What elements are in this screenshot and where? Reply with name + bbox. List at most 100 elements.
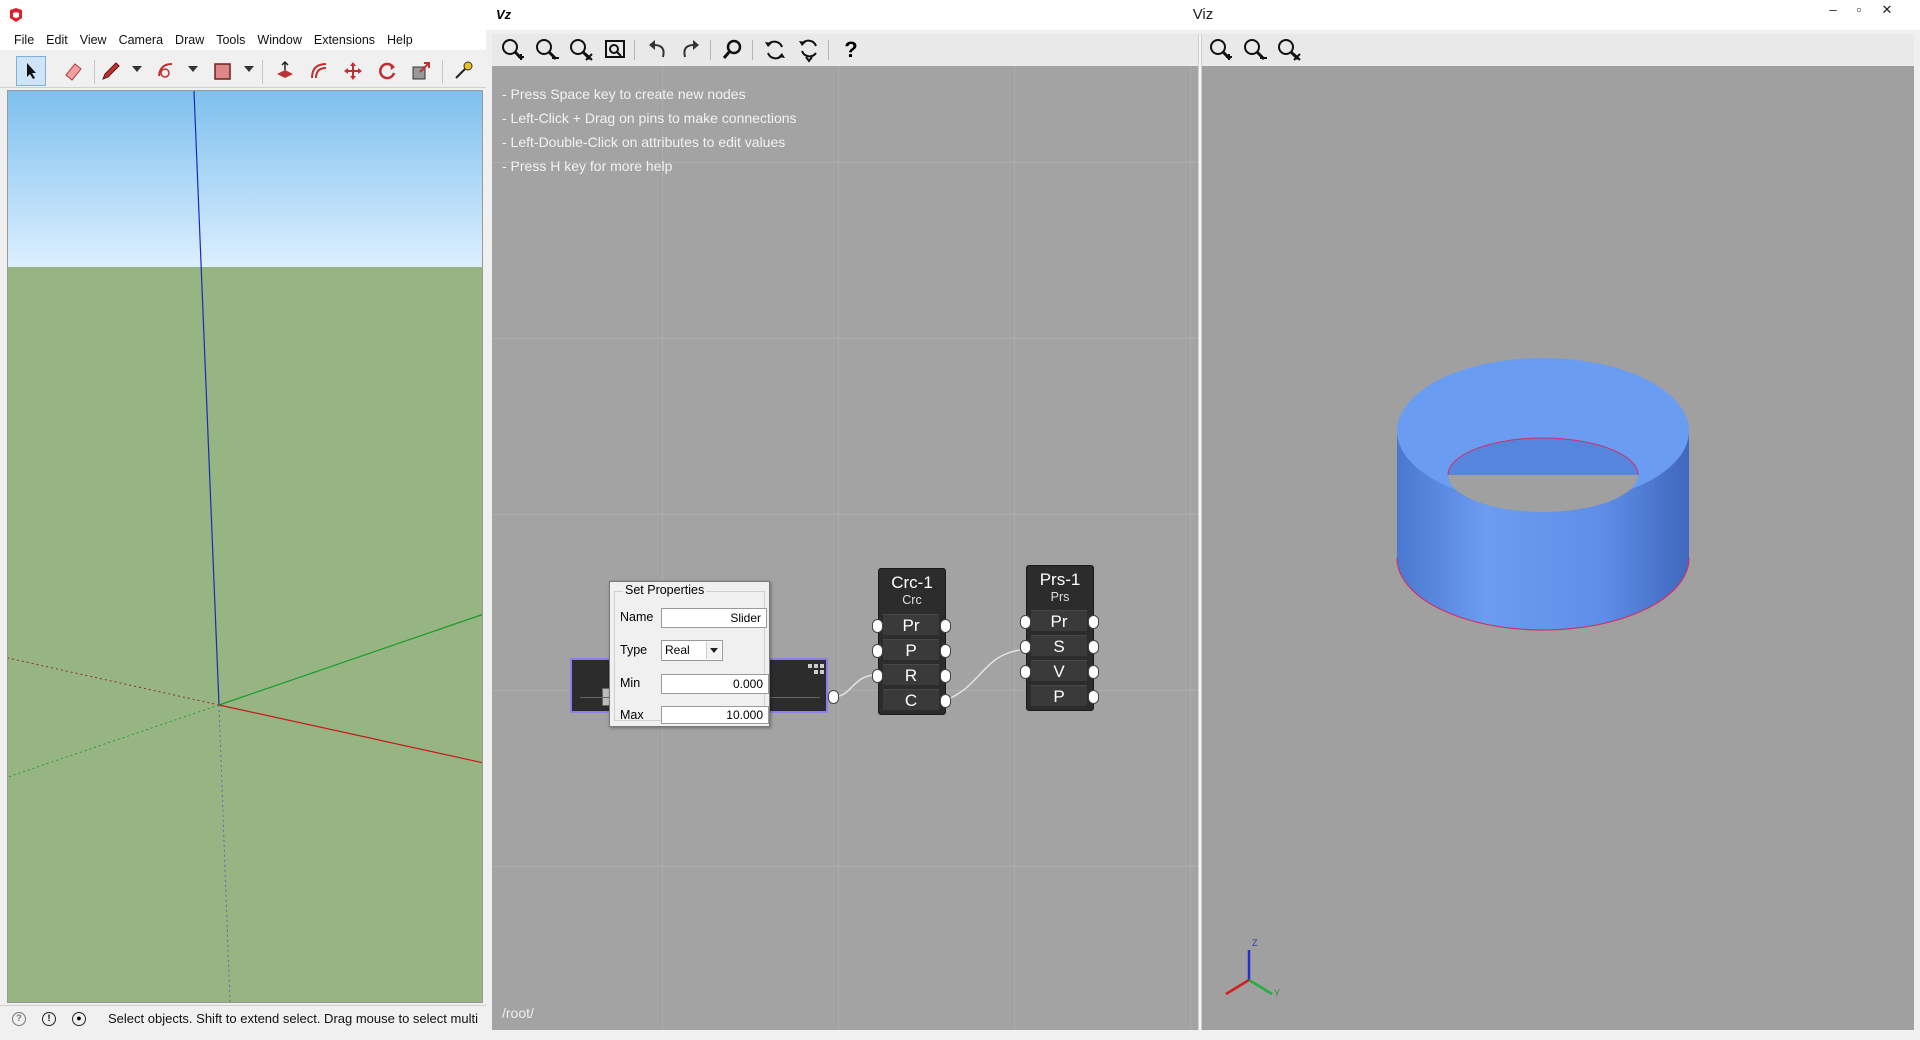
- circle-node[interactable]: Crc-1 Crc Pr P R C: [878, 568, 946, 715]
- prism-node[interactable]: Prs-1 Prs Pr S V P: [1026, 565, 1094, 711]
- menu-camera[interactable]: Camera: [113, 30, 169, 50]
- zoom-out-icon[interactable]: [1242, 37, 1268, 63]
- maximize-button[interactable]: ▫: [1846, 2, 1872, 22]
- help-button[interactable]: ?: [838, 37, 864, 63]
- user-icon[interactable]: ●: [72, 1012, 86, 1026]
- slider-output-port[interactable]: [828, 690, 839, 704]
- type-select[interactable]: Real: [661, 640, 723, 661]
- circle-output-port-pr[interactable]: [940, 619, 951, 633]
- circle-output-port-c[interactable]: [940, 694, 951, 708]
- rectangle-dropdown[interactable]: [244, 66, 254, 72]
- cylinder-render: [1396, 358, 1690, 631]
- geo-location-icon[interactable]: ?: [12, 1012, 26, 1026]
- push-pull-tool-button[interactable]: [270, 56, 300, 86]
- refresh-icon[interactable]: [762, 37, 788, 63]
- menu-edit[interactable]: Edit: [40, 30, 74, 50]
- circle-input-port-pr[interactable]: [872, 619, 883, 633]
- menu-view[interactable]: View: [74, 30, 113, 50]
- eraser-tool-button[interactable]: [58, 56, 88, 86]
- status-text: Select objects. Shift to extend select. …: [108, 1011, 478, 1026]
- prism-output-port-p[interactable]: [1088, 690, 1099, 704]
- left-titlebar: [0, 0, 486, 30]
- prism-input-port-s[interactable]: [1020, 640, 1031, 654]
- arc-dropdown[interactable]: [188, 66, 198, 72]
- menu-extensions[interactable]: Extensions: [308, 30, 381, 50]
- node-menu-icon[interactable]: [806, 662, 826, 678]
- 3d-viewer[interactable]: Z Y: [1202, 66, 1914, 1030]
- undo-icon[interactable]: [644, 37, 670, 63]
- chevron-down-icon[interactable]: [706, 642, 721, 659]
- menu-window[interactable]: Window: [251, 30, 307, 50]
- move-tool-button[interactable]: [338, 56, 368, 86]
- node-graph-canvas[interactable]: - Press Space key to create new nodes - …: [492, 66, 1198, 1030]
- min-field[interactable]: 0.000: [661, 674, 769, 694]
- menu-draw[interactable]: Draw: [169, 30, 210, 50]
- set-properties-dialog: Set Properties Name Slider Type Real Min…: [609, 581, 770, 727]
- axis-gizmo: Z Y: [1225, 938, 1280, 998]
- circle-input-port-p[interactable]: [872, 644, 883, 658]
- rotate-icon: [379, 62, 396, 80]
- menu-tools[interactable]: Tools: [210, 30, 251, 50]
- pencil-tool-button[interactable]: [96, 56, 126, 86]
- pin-v[interactable]: V: [1031, 660, 1087, 681]
- arc-icon: [158, 63, 173, 78]
- rotate-tool-button[interactable]: [372, 56, 402, 86]
- pin-p[interactable]: P: [883, 639, 939, 660]
- scene-canvas: [8, 91, 482, 1002]
- sketchup-window: File Edit View Camera Draw Tools Window …: [0, 0, 486, 1040]
- sketchup-logo-icon: [10, 8, 22, 22]
- circle-input-port-r[interactable]: [872, 669, 883, 683]
- zoom-in-icon[interactable]: [500, 37, 526, 63]
- menu-file[interactable]: File: [8, 30, 40, 50]
- x-axis: [1225, 978, 1250, 996]
- scale-tool-button[interactable]: [406, 56, 436, 86]
- zoom-fit-icon[interactable]: [602, 37, 628, 63]
- offset-tool-button[interactable]: [304, 56, 334, 86]
- redo-icon[interactable]: [678, 37, 704, 63]
- arc-tool-button[interactable]: [152, 56, 182, 86]
- prism-output-port-pr[interactable]: [1088, 615, 1099, 629]
- close-button[interactable]: ✕: [1874, 2, 1900, 22]
- toolbar-separator: [634, 40, 635, 60]
- toolbar-separator: [262, 60, 263, 84]
- zoom-in-icon[interactable]: [1208, 37, 1234, 63]
- select-tool-button[interactable]: [16, 56, 46, 86]
- search-icon[interactable]: [720, 37, 746, 63]
- min-label: Min: [620, 676, 641, 690]
- pin-r[interactable]: R: [883, 664, 939, 685]
- prism-input-port-v[interactable]: [1020, 665, 1031, 679]
- pin-c[interactable]: C: [883, 689, 939, 710]
- tape-measure-tool-button[interactable]: [448, 56, 478, 86]
- sky: [8, 91, 482, 267]
- minimize-button[interactable]: –: [1820, 2, 1846, 22]
- sketchup-viewport[interactable]: [7, 90, 483, 1003]
- y-axis-label: Y: [1274, 988, 1280, 998]
- pin-pr[interactable]: Pr: [883, 614, 939, 635]
- name-field[interactable]: Slider: [661, 608, 767, 628]
- select-icon: [27, 63, 36, 79]
- push-pull-icon: [277, 60, 293, 78]
- zoom-reset-icon[interactable]: [568, 37, 594, 63]
- refresh-all-icon[interactable]: [796, 37, 822, 63]
- circle-output-port-p[interactable]: [940, 644, 951, 658]
- circle-output-port-r[interactable]: [940, 669, 951, 683]
- view-toolbar: [1202, 34, 1914, 66]
- pin-p[interactable]: P: [1031, 685, 1087, 706]
- prism-output-port-s[interactable]: [1088, 640, 1099, 654]
- zoom-out-icon[interactable]: [534, 37, 560, 63]
- zoom-reset-icon[interactable]: [1276, 37, 1302, 63]
- pencil-dropdown[interactable]: [132, 66, 142, 72]
- credits-icon[interactable]: !: [42, 1012, 56, 1026]
- prism-input-port-pr[interactable]: [1020, 615, 1031, 629]
- pin-s[interactable]: S: [1031, 635, 1087, 656]
- prism-output-port-v[interactable]: [1088, 665, 1099, 679]
- toolbar-separator: [94, 60, 95, 84]
- menu-help[interactable]: Help: [381, 30, 419, 50]
- pin-pr[interactable]: Pr: [1031, 610, 1087, 631]
- ground: [8, 267, 482, 1002]
- type-label: Type: [620, 643, 648, 657]
- tape-measure-icon: [455, 61, 473, 79]
- rectangle-tool-button[interactable]: [208, 56, 238, 86]
- max-field[interactable]: 10.000: [661, 706, 769, 724]
- menu-bar: File Edit View Camera Draw Tools Window …: [0, 30, 486, 50]
